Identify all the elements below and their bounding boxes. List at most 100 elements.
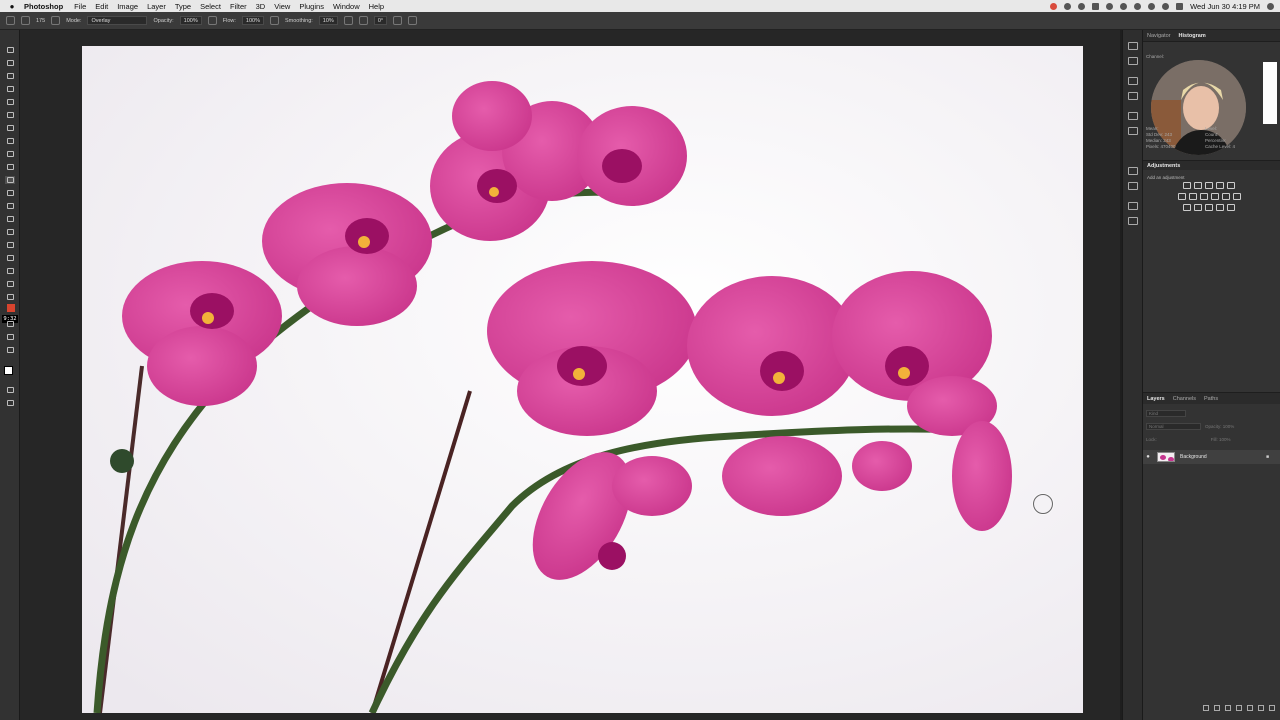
new-adjustment-icon[interactable] (1236, 705, 1242, 711)
pen-tool-icon[interactable] (5, 254, 15, 262)
menu-app-photoshop[interactable]: Photoshop (24, 2, 63, 11)
menu-window[interactable]: Window (333, 2, 360, 11)
menu-help[interactable]: Help (369, 2, 384, 11)
curves-icon[interactable] (1205, 182, 1213, 189)
properties-panel-icon[interactable] (1128, 202, 1138, 210)
dodge-tool-icon[interactable] (5, 241, 15, 249)
sync-icon[interactable] (1106, 2, 1114, 10)
foreground-swatch[interactable] (7, 304, 15, 312)
apple-icon[interactable]: ● (0, 2, 24, 11)
type-tool-icon[interactable] (5, 267, 15, 275)
vibrance-icon[interactable] (1227, 182, 1235, 189)
quick-mask-icon[interactable] (5, 386, 15, 394)
record-icon[interactable] (1050, 2, 1058, 10)
delete-layer-icon[interactable] (1269, 705, 1275, 711)
posterize-icon[interactable] (1194, 204, 1202, 211)
new-layer-icon[interactable] (1258, 705, 1264, 711)
threshold-icon[interactable] (1205, 204, 1213, 211)
menu-image[interactable]: Image (117, 2, 138, 11)
menu-layer[interactable]: Layer (147, 2, 166, 11)
brush-tool-icon[interactable] (5, 176, 15, 184)
wifi-icon[interactable] (1148, 2, 1156, 10)
actions-panel-icon[interactable] (1128, 57, 1138, 65)
tab-navigator[interactable]: Navigator (1147, 33, 1171, 39)
menu-edit[interactable]: Edit (95, 2, 108, 11)
brush-panel-icon[interactable] (1128, 112, 1138, 120)
link-layers-icon[interactable] (1203, 705, 1209, 711)
color-swatch-primary[interactable] (4, 366, 13, 375)
photo-filter-icon[interactable] (1210, 193, 1219, 200)
brush-size[interactable]: 175 (36, 18, 45, 24)
more-tools-icon[interactable] (5, 346, 15, 354)
flow-input[interactable]: 100% (241, 16, 264, 25)
eraser-tool-icon[interactable] (5, 215, 15, 223)
layer-fill[interactable]: Fill: 100% (1211, 437, 1231, 442)
invert-icon[interactable] (1183, 204, 1191, 211)
menubar-clock[interactable]: Wed Jun 30 4:19 PM (1190, 2, 1260, 11)
blend-mode-select[interactable]: Normal (1146, 422, 1201, 430)
tab-paths[interactable]: Paths (1204, 396, 1218, 402)
siri-icon[interactable] (1267, 2, 1274, 10)
layer-name[interactable]: Background (1180, 454, 1207, 460)
opacity-input[interactable]: 100% (179, 16, 202, 25)
pressure-opacity-icon[interactable] (207, 16, 217, 25)
paragraph-panel-icon[interactable] (1128, 182, 1138, 190)
adjustments-panel-title[interactable]: Adjustments (1143, 160, 1280, 170)
channel-mixer-icon[interactable] (1221, 193, 1230, 200)
menu-select[interactable]: Select (200, 2, 221, 11)
hand-tool-icon[interactable] (5, 320, 15, 328)
clock-status-icon[interactable] (1120, 2, 1128, 10)
history-brush-tool-icon[interactable] (5, 202, 15, 210)
menu-filter[interactable]: Filter (230, 2, 247, 11)
spotlight-search-icon[interactable] (1162, 2, 1170, 10)
bluetooth-icon[interactable] (1134, 2, 1142, 10)
brightness-contrast-icon[interactable] (1183, 182, 1191, 189)
healing-brush-tool-icon[interactable] (5, 124, 15, 132)
gear-status-icon[interactable] (1064, 2, 1072, 10)
brush-preset-icon[interactable] (21, 16, 30, 25)
mode-select[interactable]: Overlay (87, 16, 148, 25)
selective-color-icon[interactable] (1227, 204, 1235, 211)
angle-input[interactable]: 0° (373, 16, 388, 25)
content-aware-tool-icon[interactable] (5, 163, 15, 171)
hue-saturation-icon[interactable] (1177, 193, 1186, 200)
menu-file[interactable]: File (74, 2, 86, 11)
menu-plugins[interactable]: Plugins (299, 2, 324, 11)
add-mask-icon[interactable] (1225, 705, 1231, 711)
creative-cloud-icon[interactable] (1092, 2, 1100, 10)
symmetry-icon[interactable] (408, 16, 418, 25)
pressure-size-icon[interactable] (393, 16, 403, 25)
gradient-map-icon[interactable] (1216, 204, 1224, 211)
crop-tool-icon[interactable] (5, 98, 15, 106)
layer-opacity[interactable]: Opacity: 100% (1205, 424, 1234, 429)
drive-icon[interactable] (1078, 2, 1086, 10)
smoothing-settings-icon[interactable] (343, 16, 353, 25)
home-icon[interactable] (6, 16, 15, 25)
color-panel-icon[interactable] (1128, 77, 1138, 85)
path-select-tool-icon[interactable] (5, 280, 15, 288)
move-tool-icon[interactable] (5, 46, 15, 54)
color-lookup-icon[interactable] (1232, 193, 1241, 200)
brush-settings-icon[interactable] (51, 16, 61, 25)
lock-icon[interactable]: ■ (1266, 454, 1269, 460)
levels-icon[interactable] (1194, 182, 1202, 189)
character-panel-icon[interactable] (1128, 167, 1138, 175)
shape-tool-icon[interactable] (5, 293, 15, 301)
clone-stamp-tool-icon[interactable] (5, 189, 15, 197)
tab-channels[interactable]: Channels (1173, 396, 1196, 402)
tab-histogram[interactable]: Histogram (1179, 33, 1206, 39)
quick-select-tool-icon[interactable] (5, 85, 15, 93)
marquee-tool-icon[interactable] (5, 59, 15, 67)
black-white-icon[interactable] (1199, 193, 1208, 200)
exposure-icon[interactable] (1216, 182, 1224, 189)
menu-3d[interactable]: 3D (256, 2, 266, 11)
patch-tool-icon[interactable] (5, 137, 15, 145)
airbrush-icon[interactable] (269, 16, 279, 25)
document-canvas[interactable] (82, 46, 1083, 713)
menu-view[interactable]: View (274, 2, 290, 11)
menu-type[interactable]: Type (175, 2, 191, 11)
layer-row-background[interactable]: ● Background ■ (1143, 450, 1280, 464)
fx-icon[interactable] (1214, 705, 1220, 711)
libraries-panel-icon[interactable] (1128, 217, 1138, 225)
info-panel-icon[interactable] (1128, 92, 1138, 100)
